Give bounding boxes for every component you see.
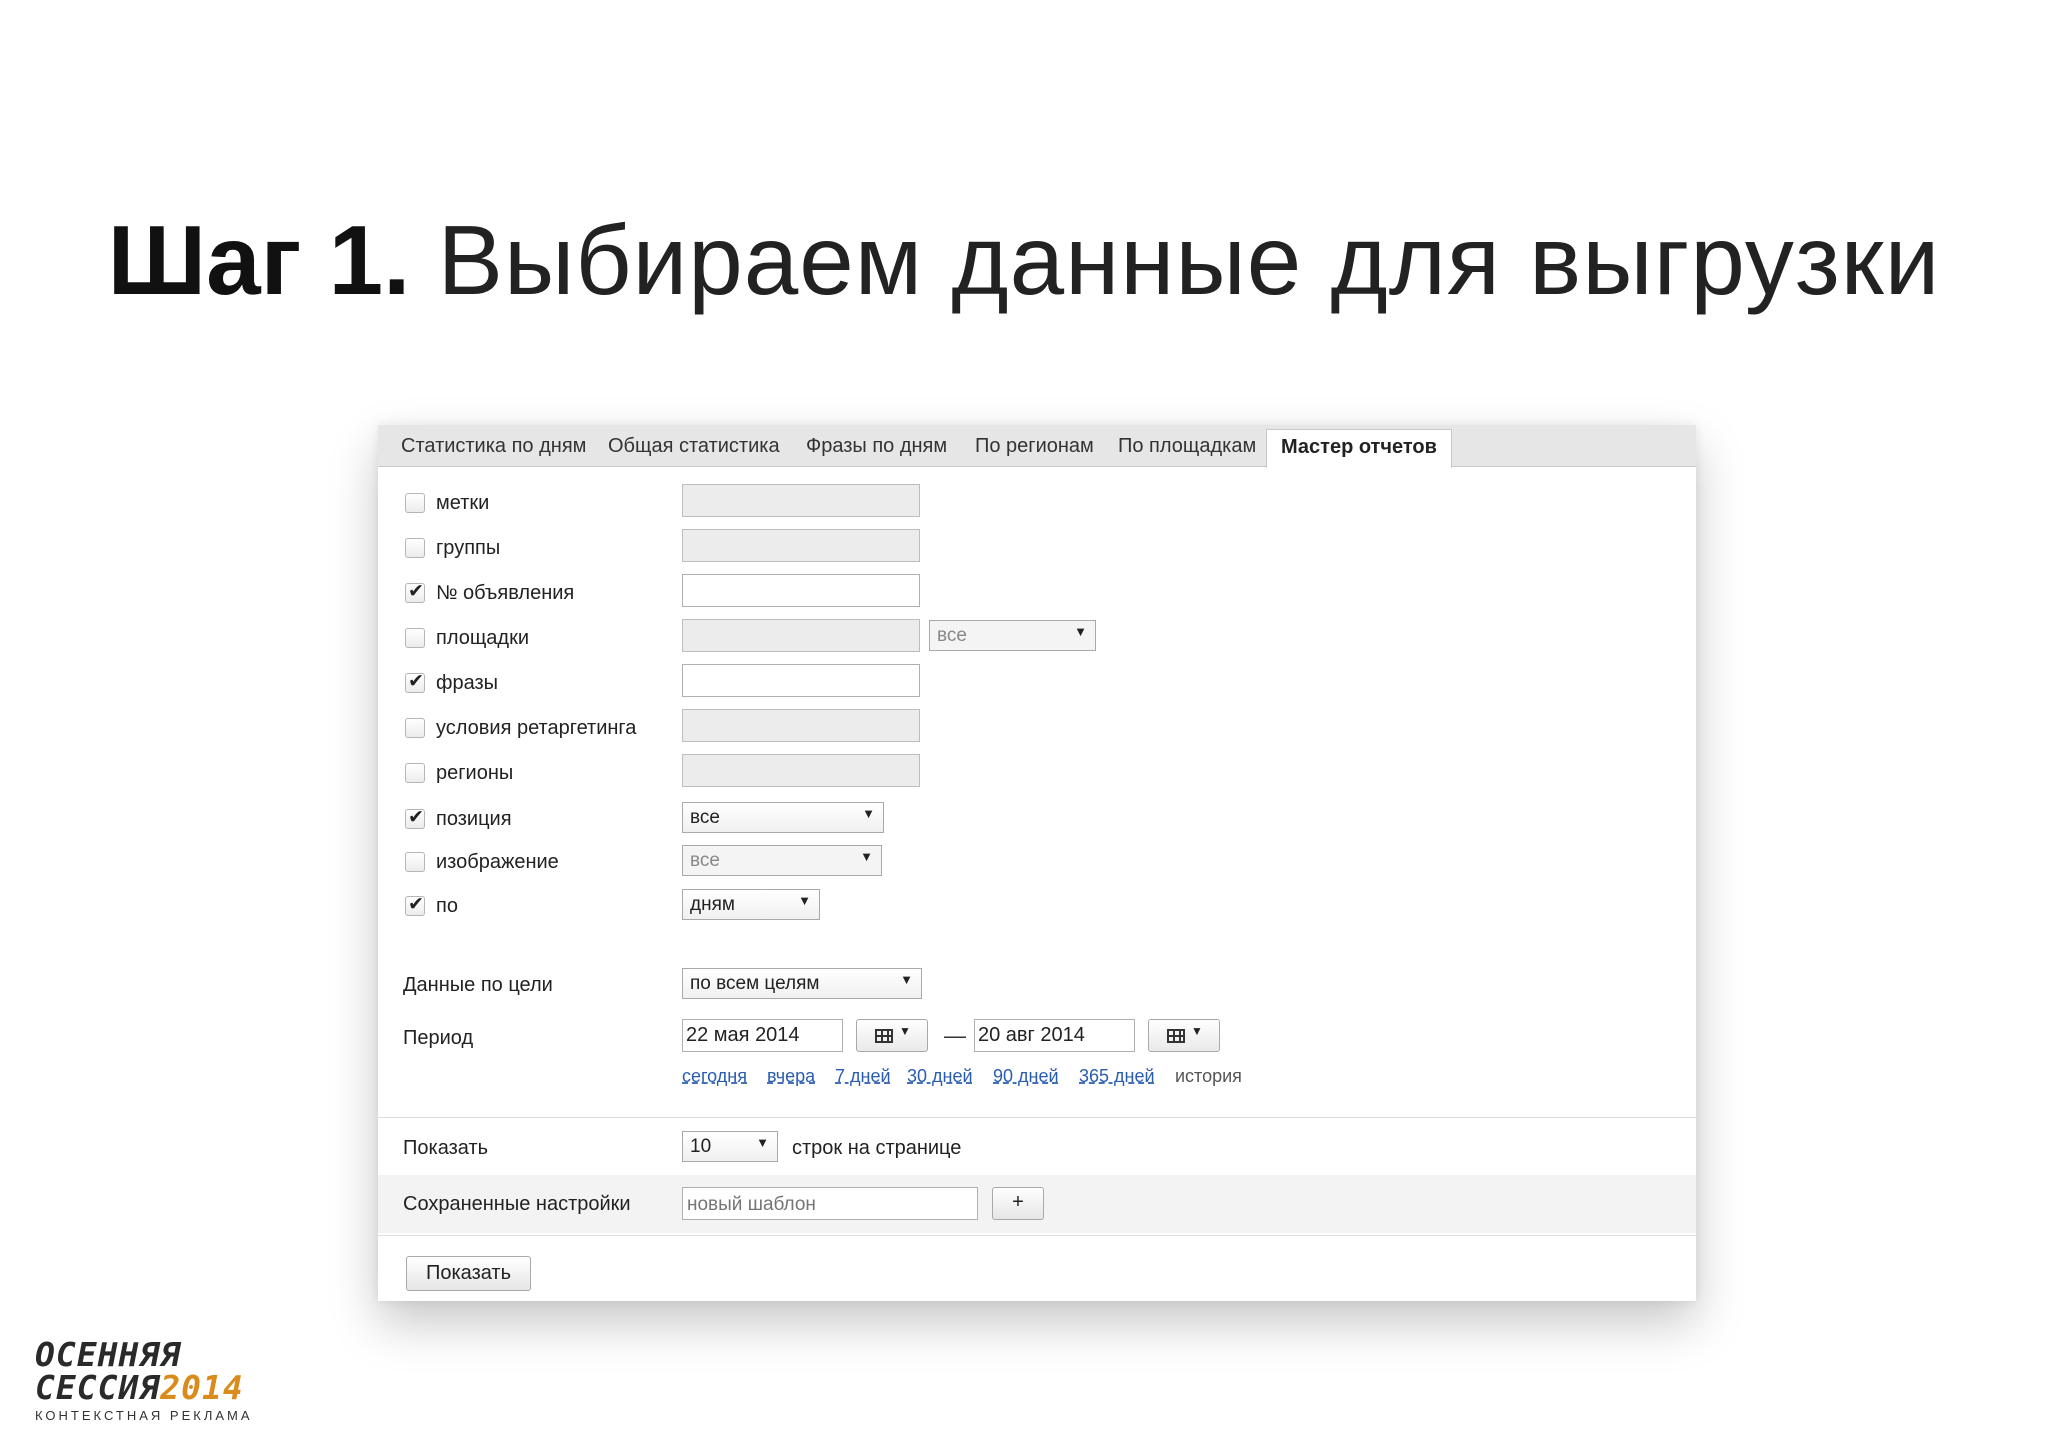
filter-label: фразы [436,672,499,694]
report-wizard-panel: Статистика по дням Общая статистика Фраз… [378,425,1696,1301]
tab-by-regions[interactable]: По регионам [975,435,1094,458]
saved-settings-band: Сохраненные настройки + [378,1175,1696,1233]
slide-title: Шаг 1. Выбираем данные для выгрузки [0,200,2048,320]
filter-label: площадки [436,627,530,649]
image-select-value: все [690,850,720,871]
chevron-down-icon: ▼ [860,849,873,864]
period-from-calendar-button[interactable]: ▼ [856,1019,928,1052]
rows-per-page-select[interactable]: 10 ▼ [682,1131,778,1162]
quick-link-7-days[interactable]: 7 дней [835,1066,891,1087]
calendar-icon [875,1029,893,1043]
filter-label: позиция [436,808,512,830]
tab-phrases-by-day[interactable]: Фразы по дням [806,435,947,458]
tab-daily-stats[interactable]: Статистика по дням [401,435,586,458]
filter-label: изображение [436,851,559,873]
goals-select-value: по всем целям [690,973,820,994]
template-name-input[interactable] [682,1187,978,1220]
tab-general-stats[interactable]: Общая статистика [608,435,780,458]
sites-select-value: все [937,625,967,646]
group-by-checkbox[interactable]: ✔ [405,894,425,916]
quick-link-30-days[interactable]: 30 дней [907,1066,973,1087]
goals-label: Данные по цели [403,974,553,996]
chevron-down-icon: ▼ [900,972,913,987]
add-template-button[interactable]: + [992,1187,1044,1220]
show-label: Показать [403,1137,489,1159]
chevron-down-icon: ▼ [1191,1024,1203,1038]
chevron-down-icon: ▼ [899,1024,911,1038]
period-from-input[interactable]: 22 мая 2014 [682,1019,843,1052]
filter-label: регионы [436,762,514,784]
rows-per-page-suffix: строк на странице [792,1137,962,1159]
group-by-select[interactable]: дням ▼ [682,889,820,920]
checkmark-icon: ✔ [408,671,424,692]
position-checkbox[interactable]: ✔ [405,807,425,829]
goals-select[interactable]: по всем целям ▼ [682,968,922,999]
period-label: Период [403,1027,474,1049]
tab-by-sites[interactable]: По площадкам [1118,435,1256,458]
chevron-down-icon: ▼ [798,893,811,908]
position-select-value: все [690,807,720,828]
period-separator: — [944,1023,966,1048]
sites-input[interactable] [682,619,920,652]
logo-session-word: СЕССИЯ [35,1368,161,1407]
slide-title-text: Выбираем данные для выгрузки [437,205,1941,315]
logo-line-2: СЕССИЯ2014 [35,1371,253,1404]
chevron-down-icon: ▼ [1074,624,1087,639]
filter-label: № объявления [436,582,575,604]
tab-bar: Статистика по дням Общая статистика Фраз… [378,425,1696,468]
filter-label: группы [436,537,501,559]
groups-input[interactable] [682,529,920,562]
group-by-select-value: дням [690,894,735,915]
logo-line-1: ОСЕННЯЯ [35,1335,182,1374]
quick-link-yesterday[interactable]: вчера [767,1066,815,1087]
tags-checkbox[interactable] [405,493,425,513]
sites-checkbox[interactable] [405,628,425,648]
regions-checkbox[interactable] [405,763,425,783]
image-select[interactable]: все ▼ [682,845,882,876]
tags-input[interactable] [682,484,920,517]
groups-checkbox[interactable] [405,538,425,558]
period-history-link[interactable]: история [1175,1066,1242,1087]
quick-link-today[interactable]: сегодня [682,1066,747,1087]
filter-label: условия ретаргетинга [436,717,637,739]
chevron-down-icon: ▼ [862,806,875,821]
quick-link-365-days[interactable]: 365 дней [1079,1066,1155,1087]
chevron-down-icon: ▼ [756,1135,769,1150]
position-select[interactable]: все ▼ [682,802,884,833]
phrases-input[interactable] [682,664,920,697]
show-report-button[interactable]: Показать [406,1256,531,1291]
image-checkbox[interactable] [405,852,425,872]
divider [378,1117,1696,1118]
logo-subtitle: КОНТЕКСТНАЯ РЕКЛАМА [35,1408,253,1423]
phrases-checkbox[interactable]: ✔ [405,671,425,693]
saved-settings-label: Сохраненные настройки [403,1193,631,1215]
regions-input[interactable] [682,754,920,787]
ad-number-checkbox[interactable]: ✔ [405,581,425,603]
slide-title-step: Шаг 1. [107,205,411,315]
event-logo: ОСЕННЯЯ СЕССИЯ2014 КОНТЕКСТНАЯ РЕКЛАМА [35,1338,253,1423]
sites-select[interactable]: все ▼ [929,620,1096,651]
checkmark-icon: ✔ [408,807,424,828]
retargeting-checkbox[interactable] [405,718,425,738]
retargeting-input[interactable] [682,709,920,742]
ad-number-input[interactable] [682,574,920,607]
period-to-input[interactable]: 20 авг 2014 [974,1019,1135,1052]
logo-year: 2014 [160,1368,244,1407]
divider [378,1235,1696,1236]
tab-report-wizard[interactable]: Мастер отчетов [1266,429,1452,468]
quick-link-90-days[interactable]: 90 дней [993,1066,1059,1087]
filter-label: по [436,895,458,917]
calendar-icon [1167,1029,1185,1043]
checkmark-icon: ✔ [408,581,424,602]
filter-label: метки [436,492,490,514]
checkmark-icon: ✔ [408,894,424,915]
rows-per-page-value: 10 [690,1136,712,1157]
period-to-calendar-button[interactable]: ▼ [1148,1019,1220,1052]
